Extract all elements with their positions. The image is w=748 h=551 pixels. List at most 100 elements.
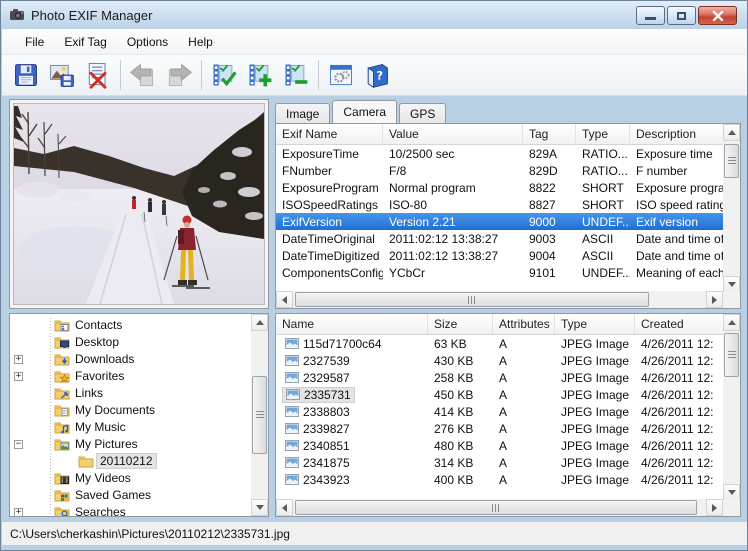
tree-item-label[interactable]: Desktop bbox=[72, 335, 122, 349]
minimize-icon bbox=[645, 17, 656, 20]
tree-expander-icon[interactable]: + bbox=[14, 508, 23, 517]
scrollbar-thumb[interactable] bbox=[252, 376, 267, 454]
file-row[interactable]: 2343923400 KBAJPEG Image4/26/2011 12: bbox=[276, 471, 740, 488]
exif-column-header-value[interactable]: Value bbox=[383, 124, 523, 144]
file-row[interactable]: 2341875314 KBAJPEG Image4/26/2011 12: bbox=[276, 454, 740, 471]
scrollbar-thumb[interactable] bbox=[724, 144, 739, 178]
tree-item-links[interactable]: Links bbox=[10, 385, 268, 402]
scroll-up-button[interactable] bbox=[723, 124, 740, 141]
menu-item-exif-tag[interactable]: Exif Tag bbox=[55, 32, 115, 52]
exif-horizontal-scrollbar[interactable] bbox=[276, 291, 740, 308]
tree-item-label[interactable]: Contacts bbox=[72, 318, 125, 332]
exif-row[interactable]: ISOSpeedRatingsISO-808827SHORTISO speed … bbox=[276, 196, 740, 213]
remove-tag-button[interactable] bbox=[278, 57, 314, 93]
exif-column-header-exif-name[interactable]: Exif Name bbox=[276, 124, 383, 144]
tree-item-label[interactable]: 20110212 bbox=[96, 453, 157, 469]
scrollbar-thumb[interactable] bbox=[295, 292, 649, 307]
tree-item-label[interactable]: My Pictures bbox=[72, 437, 141, 451]
scroll-up-button[interactable] bbox=[251, 314, 268, 331]
tree-item-desktop[interactable]: Desktop bbox=[10, 334, 268, 351]
exif-row[interactable]: FNumberF/8829DRATIO...F number bbox=[276, 162, 740, 179]
save-button[interactable] bbox=[8, 57, 44, 93]
add-tag-button[interactable] bbox=[242, 57, 278, 93]
tree-item-contacts[interactable]: Contacts bbox=[10, 317, 268, 334]
tree-item-label[interactable]: Searches bbox=[72, 505, 129, 517]
scrollbar-thumb[interactable] bbox=[295, 500, 697, 515]
exif-row[interactable]: DateTimeDigitized2011:02:12 13:38:279004… bbox=[276, 247, 740, 264]
tree-item-my-documents[interactable]: My Documents bbox=[10, 402, 268, 419]
exif-row[interactable]: ExposureTime10/2500 sec829ARATIO...Expos… bbox=[276, 145, 740, 162]
exif-vertical-scrollbar[interactable] bbox=[723, 124, 740, 293]
validate-list-button[interactable] bbox=[206, 57, 242, 93]
files-vertical-scrollbar[interactable] bbox=[723, 314, 740, 501]
scroll-down-button[interactable] bbox=[251, 499, 268, 516]
file-column-header-type[interactable]: Type bbox=[555, 314, 635, 334]
file-row[interactable]: 2327539430 KBAJPEG Image4/26/2011 12: bbox=[276, 352, 740, 369]
scroll-left-button[interactable] bbox=[276, 291, 293, 308]
tree-item-20110212[interactable]: 20110212 bbox=[10, 453, 268, 470]
file-name-wrap: 115d71700c64 bbox=[282, 337, 385, 351]
scroll-right-button[interactable] bbox=[706, 291, 723, 308]
scroll-left-button[interactable] bbox=[276, 499, 293, 516]
file-row[interactable]: 2338803414 KBAJPEG Image4/26/2011 12: bbox=[276, 403, 740, 420]
menu-item-help[interactable]: Help bbox=[179, 32, 222, 52]
tree-item-label[interactable]: My Music bbox=[72, 420, 129, 434]
scroll-right-button[interactable] bbox=[706, 499, 723, 516]
tab-camera[interactable]: Camera bbox=[332, 100, 397, 123]
tree-item-favorites[interactable]: + Favorites bbox=[10, 368, 268, 385]
close-button[interactable] bbox=[698, 6, 737, 25]
menu-item-options[interactable]: Options bbox=[118, 32, 177, 52]
file-column-header-created[interactable]: Created bbox=[635, 314, 725, 334]
next-image-button[interactable] bbox=[161, 57, 197, 93]
exif-row[interactable]: ExposureProgramNormal program8822SHORTEx… bbox=[276, 179, 740, 196]
tree-item-label[interactable]: Favorites bbox=[72, 369, 127, 383]
tree-item-my-pictures[interactable]: − My Pictures bbox=[10, 436, 268, 453]
menu-item-file[interactable]: File bbox=[16, 32, 53, 52]
maximize-button[interactable] bbox=[667, 6, 696, 25]
help-button[interactable]: ? bbox=[359, 57, 395, 93]
tree-item-label[interactable]: My Documents bbox=[72, 403, 158, 417]
tree-item-saved-games[interactable]: Saved Games bbox=[10, 487, 268, 504]
file-row[interactable]: 2339827276 KBAJPEG Image4/26/2011 12: bbox=[276, 420, 740, 437]
scroll-up-button[interactable] bbox=[723, 314, 740, 331]
tree-item-label[interactable]: Saved Games bbox=[72, 488, 154, 502]
tree-item-my-videos[interactable]: My Videos bbox=[10, 470, 268, 487]
exif-column-header-tag[interactable]: Tag bbox=[523, 124, 576, 144]
contacts-folder-icon bbox=[54, 318, 70, 332]
file-row[interactable]: 2329587258 KBAJPEG Image4/26/2011 12: bbox=[276, 369, 740, 386]
tree-vertical-scrollbar[interactable] bbox=[251, 314, 268, 516]
documents-folder-icon bbox=[54, 403, 70, 417]
scrollbar-thumb[interactable] bbox=[724, 333, 739, 377]
exif-column-header-description[interactable]: Description bbox=[630, 124, 725, 144]
tree-expander-icon[interactable]: − bbox=[14, 440, 23, 449]
tree-item-my-music[interactable]: My Music bbox=[10, 419, 268, 436]
tree-item-downloads[interactable]: + Downloads bbox=[10, 351, 268, 368]
file-row[interactable]: 2335731450 KBAJPEG Image4/26/2011 12: bbox=[276, 386, 740, 403]
tab-gps[interactable]: GPS bbox=[399, 103, 446, 123]
tree-item-label[interactable]: My Videos bbox=[72, 471, 134, 485]
tree-item-label[interactable]: Downloads bbox=[72, 352, 137, 366]
tree-expander-icon[interactable]: + bbox=[14, 372, 23, 381]
title-bar[interactable]: Photo EXIF Manager bbox=[1, 1, 747, 29]
exif-row[interactable]: DateTimeOriginal2011:02:12 13:38:279003A… bbox=[276, 230, 740, 247]
exif-column-header-type[interactable]: Type bbox=[576, 124, 630, 144]
tree-item-label[interactable]: Links bbox=[72, 386, 106, 400]
exif-cell-type: RATIO... bbox=[576, 164, 630, 178]
tab-image[interactable]: Image bbox=[275, 103, 330, 123]
file-row[interactable]: 115d71700c6463 KBAJPEG Image4/26/2011 12… bbox=[276, 335, 740, 352]
file-column-header-size[interactable]: Size bbox=[428, 314, 493, 334]
files-horizontal-scrollbar[interactable] bbox=[276, 499, 740, 516]
tree-expander-icon[interactable]: + bbox=[14, 355, 23, 364]
tree-item-searches[interactable]: + Searches bbox=[10, 504, 268, 517]
file-cell-size: 430 KB bbox=[428, 354, 493, 368]
options-button[interactable] bbox=[323, 57, 359, 93]
clear-list-button[interactable] bbox=[80, 57, 116, 93]
exif-row[interactable]: ExifVersionVersion 2.219000UNDEF...Exif … bbox=[276, 213, 740, 230]
save-image-button[interactable] bbox=[44, 57, 80, 93]
minimize-button[interactable] bbox=[636, 6, 665, 25]
exif-row[interactable]: ComponentsConfig...YCbCr9101UNDEF...Mean… bbox=[276, 264, 740, 281]
file-row[interactable]: 2340851480 KBAJPEG Image4/26/2011 12: bbox=[276, 437, 740, 454]
file-column-header-attributes[interactable]: Attributes bbox=[493, 314, 555, 334]
file-column-header-name[interactable]: Name bbox=[276, 314, 428, 334]
previous-image-button[interactable] bbox=[125, 57, 161, 93]
